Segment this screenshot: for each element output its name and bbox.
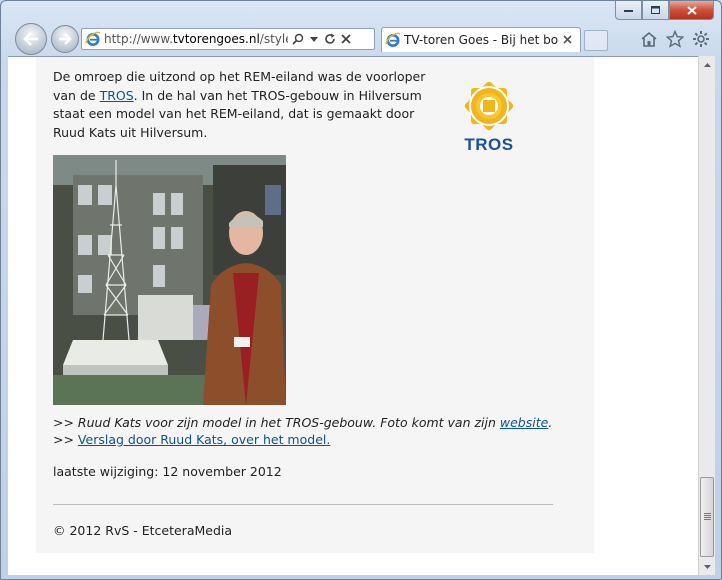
caption-text: Ruud Kats voor zijn model in het TROS-ge… <box>77 415 500 430</box>
model-photo <box>53 155 286 405</box>
minimize-button[interactable] <box>615 1 642 20</box>
back-arrow-icon <box>23 32 38 46</box>
tros-logo[interactable]: TROS <box>456 77 522 157</box>
maximize-button[interactable] <box>642 1 669 20</box>
caption-arrow: >> <box>53 432 78 447</box>
caption-period: . <box>548 415 553 430</box>
tools-gear-icon[interactable] <box>691 29 711 49</box>
search-icon[interactable] <box>290 30 306 48</box>
browser-window: http://www.tvtorengoes.nl/styled-3 <box>0 0 722 580</box>
divider <box>53 504 553 505</box>
tros-link[interactable]: TROS <box>100 88 134 103</box>
forward-arrow-icon <box>59 33 72 45</box>
window-caption-buttons <box>615 1 714 20</box>
caption-line-1: >> Ruud Kats voor zijn model in het TROS… <box>53 414 573 431</box>
home-icon[interactable] <box>639 29 659 49</box>
page-viewport: De omroep die uitzond op het REM-eiland … <box>8 56 698 575</box>
tab-tv-toren-goes[interactable]: TV-toren Goes - Bij het boe... <box>381 27 581 52</box>
caption-line-2: >> Verslag door Ruud Kats, over het mode… <box>53 431 573 448</box>
ie-logo-icon <box>385 32 401 47</box>
tros-star-icon <box>464 81 514 131</box>
stop-icon[interactable] <box>338 30 354 48</box>
close-window-button[interactable] <box>669 1 714 20</box>
scrollbar-thumb[interactable] <box>700 477 714 557</box>
photo-caption: >> Ruud Kats voor zijn model in het TROS… <box>53 414 573 448</box>
scroll-up-arrow-icon[interactable] <box>699 56 716 73</box>
favorites-star-icon[interactable] <box>665 29 685 49</box>
intro-paragraph: De omroep die uitzond op het REM-eiland … <box>53 68 433 142</box>
logo-text: TROS <box>464 135 514 154</box>
refresh-icon[interactable] <box>322 30 338 48</box>
back-button[interactable] <box>15 23 47 55</box>
website-link[interactable]: website <box>500 415 548 430</box>
address-bar[interactable]: http://www.tvtorengoes.nl/styled-3 <box>81 28 375 50</box>
footer-copyright: © 2012 RvS - EtceteraMedia <box>53 523 233 538</box>
url-path: /styled-3 <box>259 32 288 46</box>
tab-title: TV-toren Goes - Bij het boe... <box>404 33 559 47</box>
caption-arrow: >> <box>53 415 78 430</box>
navigation-toolbar: http://www.tvtorengoes.nl/styled-3 <box>1 22 721 56</box>
page-content: De omroep die uitzond op het REM-eiland … <box>36 57 594 553</box>
verslag-link[interactable]: Verslag door Ruud Kats, over het model. <box>78 432 330 447</box>
scroll-down-arrow-icon[interactable] <box>699 558 716 575</box>
url-text[interactable]: http://www.tvtorengoes.nl/styled-3 <box>104 32 288 46</box>
ie-logo-icon <box>85 31 101 46</box>
url-prefix: http://www. <box>104 32 173 46</box>
last-modified: laatste wijziging: 12 november 2012 <box>53 464 282 479</box>
url-domain: tvtorengoes.nl <box>172 32 260 46</box>
close-icon[interactable] <box>563 33 577 47</box>
dropdown-icon[interactable] <box>306 30 322 48</box>
forward-button[interactable] <box>51 25 79 53</box>
new-tab-button[interactable] <box>584 30 608 51</box>
vertical-scrollbar[interactable] <box>698 56 715 575</box>
